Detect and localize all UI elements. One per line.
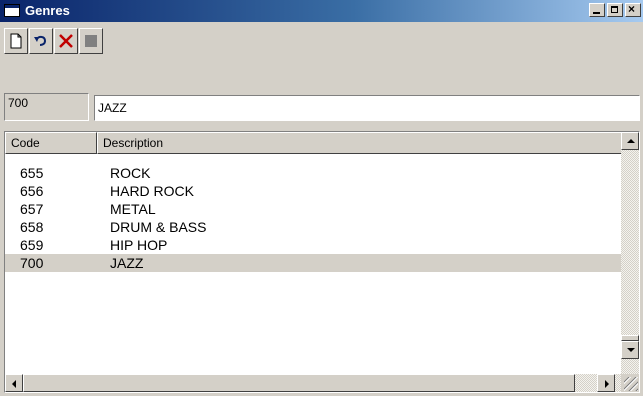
- new-document-icon: [10, 33, 22, 49]
- list-item[interactable]: 659 HIP HOP: [5, 236, 623, 254]
- window-title: Genres: [25, 3, 70, 18]
- list-rows: 655 ROCK 656 HARD ROCK 657 METAL 658 DRUM & BAS…: [5, 164, 623, 272]
- row-description: HIP HOP: [110, 237, 168, 253]
- description-field[interactable]: JAZZ: [94, 95, 640, 121]
- title-bar[interactable]: Genres ×: [0, 0, 643, 22]
- scroll-up-button[interactable]: [621, 132, 639, 150]
- list-item[interactable]: 700 JAZZ: [5, 254, 623, 272]
- arrow-up-icon: [627, 139, 635, 143]
- column-header-description[interactable]: Description: [97, 132, 623, 154]
- delete-button[interactable]: [54, 28, 78, 54]
- toolbar: [4, 28, 103, 56]
- list-item[interactable]: 655 ROCK: [5, 164, 623, 182]
- minimize-icon: [593, 12, 600, 14]
- row-code: 655: [20, 165, 44, 181]
- resize-grip-icon[interactable]: [621, 374, 639, 392]
- scroll-left-button[interactable]: [5, 374, 23, 392]
- scroll-right-button[interactable]: [597, 374, 615, 392]
- row-description: JAZZ: [110, 255, 144, 271]
- code-field[interactable]: 700: [4, 93, 89, 121]
- scroll-down-button[interactable]: [621, 341, 639, 359]
- save-icon: [85, 35, 97, 47]
- undo-button[interactable]: [29, 28, 53, 54]
- row-description: METAL: [110, 201, 156, 217]
- save-button[interactable]: [79, 28, 103, 54]
- window-icon: [4, 4, 20, 17]
- new-button[interactable]: [4, 28, 28, 54]
- arrow-down-icon: [627, 348, 635, 352]
- column-header-code[interactable]: Code: [5, 132, 97, 154]
- horizontal-scrollbar[interactable]: [5, 374, 623, 392]
- list-header: Code Description: [5, 132, 623, 154]
- close-icon: ×: [628, 2, 636, 16]
- vertical-scrollbar[interactable]: [621, 132, 639, 375]
- minimize-button[interactable]: [589, 3, 605, 17]
- genres-list[interactable]: Code Description 655 ROCK 656 HARD ROCK 657 M…: [4, 131, 640, 393]
- list-item[interactable]: 658 DRUM & BASS: [5, 218, 623, 236]
- arrow-left-icon: [12, 380, 16, 388]
- maximize-button[interactable]: [607, 3, 623, 17]
- row-code: 658: [20, 219, 44, 235]
- row-code: 656: [20, 183, 44, 199]
- row-code: 659: [20, 237, 44, 253]
- arrow-right-icon: [605, 380, 609, 388]
- row-code: 700: [20, 255, 44, 271]
- list-item[interactable]: 657 METAL: [5, 200, 623, 218]
- close-button[interactable]: ×: [625, 2, 641, 17]
- row-description: DRUM & BASS: [110, 219, 207, 235]
- row-description: ROCK: [110, 165, 151, 181]
- maximize-icon: [611, 6, 618, 13]
- list-item[interactable]: 656 HARD ROCK: [5, 182, 623, 200]
- horizontal-scroll-thumb[interactable]: [23, 374, 575, 392]
- row-code: 657: [20, 201, 44, 217]
- delete-icon: [59, 34, 73, 48]
- undo-icon: [34, 35, 47, 46]
- row-description: HARD ROCK: [110, 183, 195, 199]
